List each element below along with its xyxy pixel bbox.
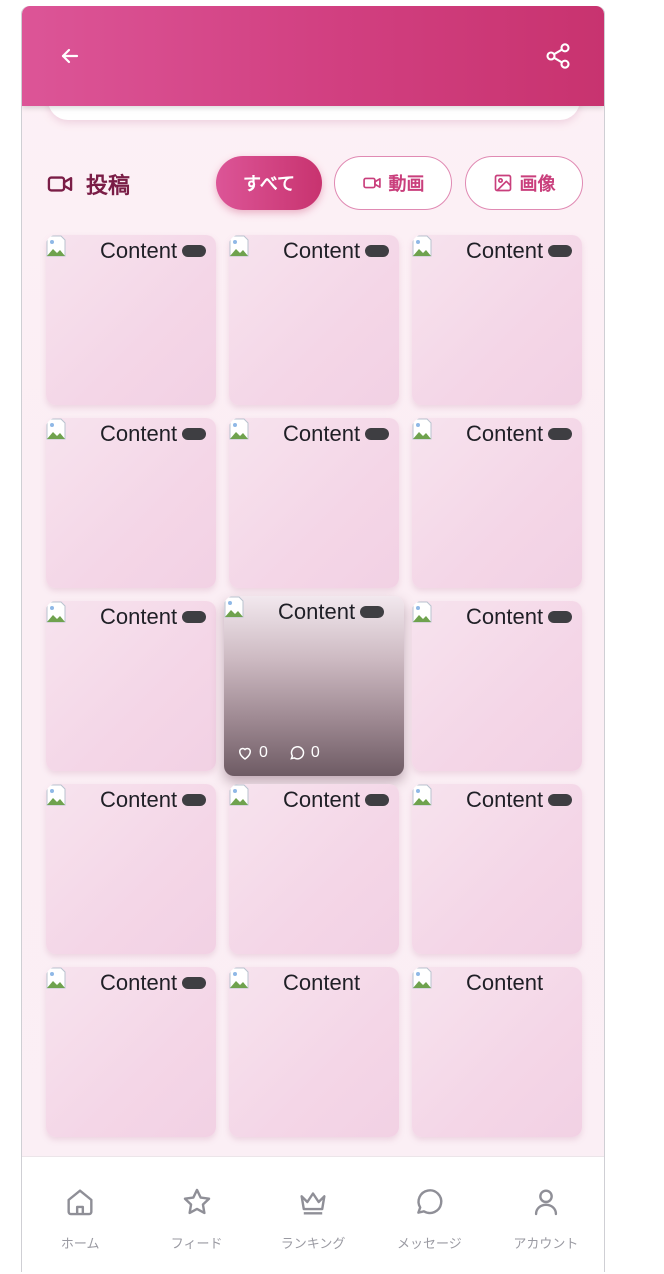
broken-image-icon [46,601,66,623]
post-tile[interactable]: Content [229,235,399,405]
post-tile[interactable]: Content 0 0 [224,596,404,776]
nav-ranking[interactable]: ランキング [255,1157,371,1272]
post-tile[interactable]: Content [412,784,582,954]
tile-image-alt-text: Content [283,238,361,263]
broken-image-icon [412,784,432,806]
home-icon [67,1189,93,1216]
tile-image-alt-text: Content [100,421,178,446]
media-type-badge [360,606,384,618]
broken-image-icon [229,967,249,989]
media-type-badge [548,611,572,623]
post-tile[interactable]: Content [412,235,582,405]
media-type-badge [182,794,206,806]
filter-image-button[interactable]: 画像 [465,156,583,210]
tile-image-alt-text: Content [466,970,544,995]
nav-account-label: アカウント [513,1237,579,1252]
post-tile[interactable]: Content [46,601,216,771]
media-type-badge [548,428,572,440]
broken-image-icon [412,418,432,440]
tile-image-alt-text: Content [100,238,178,263]
post-tile[interactable]: Content [229,418,399,588]
video-icon [362,177,381,189]
broken-image-icon [412,235,432,257]
nav-ranking-label: ランキング [280,1237,346,1252]
filter-all-button[interactable]: すべて [216,156,322,210]
nav-feed[interactable]: フィード [138,1157,254,1272]
heart-icon [238,747,252,760]
broken-image-icon [46,784,66,806]
broken-image-icon [229,784,249,806]
post-tile[interactable]: Content [229,784,399,954]
star-icon [183,1188,210,1215]
share-icon [546,43,570,69]
broken-image-icon [46,967,66,989]
media-type-badge [182,611,206,623]
post-tile[interactable]: Content [46,418,216,588]
nav-feed-label: フィード [170,1237,223,1252]
tile-image-alt-text: Content [100,787,178,812]
broken-image-icon [46,235,66,257]
broken-image-icon [412,601,432,623]
chat-icon [417,1189,443,1215]
top-app-bar [22,6,604,106]
media-type-badge [365,794,389,806]
crown-icon [300,1192,326,1215]
tile-image-alt-text: Content [100,604,178,629]
image-icon [494,174,511,192]
comment-count: 0 [310,744,320,761]
post-tile[interactable]: Content [46,235,216,405]
tile-image-alt-text: Content [283,970,361,995]
back-button[interactable] [50,36,90,76]
nav-home[interactable]: ホーム [22,1157,138,1272]
tile-image-alt-text: Content [278,599,356,624]
media-type-badge [182,977,206,989]
arrow-left-icon [61,48,79,64]
share-button[interactable] [538,36,578,76]
post-tile[interactable]: Content [229,967,399,1137]
user-icon [534,1189,557,1216]
section-title: 投稿 [86,174,131,199]
broken-image-icon [224,596,244,618]
app-screen: 投稿 すべて 動画 画像 Content Content Content Conten… [21,6,605,1272]
nav-home-label: ホーム [60,1237,100,1252]
post-tile[interactable]: Content [46,784,216,954]
broken-image-icon [412,967,432,989]
media-type-badge [548,794,572,806]
filter-video-label: 動画 [388,174,425,195]
post-tile[interactable]: Content [412,418,582,588]
tile-image-alt-text: Content [466,787,544,812]
nav-account[interactable]: アカウント [488,1157,604,1272]
filter-image-label: 画像 [519,174,556,195]
filter-all-label: すべて [242,174,296,195]
broken-image-icon [229,418,249,440]
filter-video-button[interactable]: 動画 [334,156,452,210]
broken-image-icon [229,235,249,257]
tile-image-alt-text: Content [466,421,544,446]
like-count: 0 [259,744,268,761]
tile-image-alt-text: Content [466,238,544,263]
post-stats: 00 [236,744,340,762]
video-icon [47,176,73,192]
broken-image-icon [46,418,66,440]
tile-image-alt-text: Content [283,421,361,446]
tile-image-alt-text: Content [283,787,361,812]
post-tile[interactable]: Content [412,967,582,1137]
media-type-badge [548,245,572,257]
nav-messages-label: メッセージ [397,1237,462,1252]
comment-icon [290,746,305,760]
media-type-badge [365,245,389,257]
media-type-badge [182,428,206,440]
post-tile[interactable]: Content [46,967,216,1137]
media-type-badge [182,245,206,257]
posts-section-header: 投稿 [46,156,130,212]
post-tile[interactable]: Content [412,601,582,771]
nav-messages[interactable]: メッセージ [371,1157,487,1272]
tile-image-alt-text: Content [100,970,178,995]
media-type-badge [365,428,389,440]
bottom-navigation: ホーム フィード ランキング メッセージ アカウント [22,1156,604,1272]
tile-image-alt-text: Content [466,604,544,629]
